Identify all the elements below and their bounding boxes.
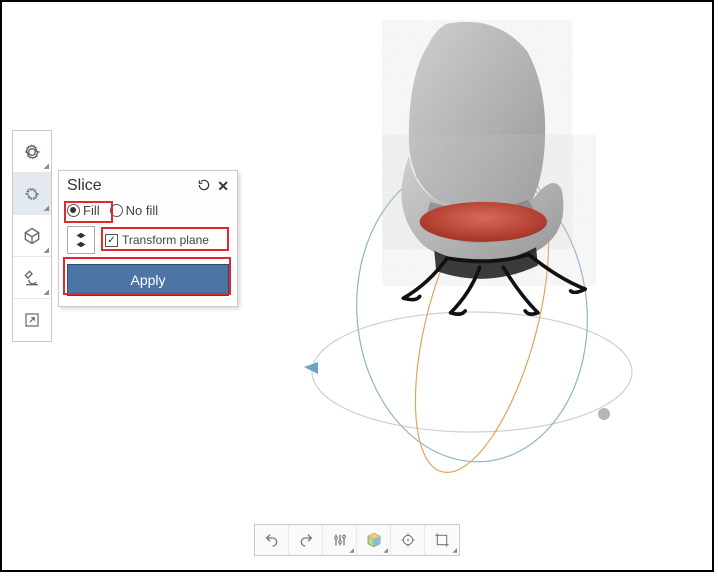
slice-tool[interactable]: ◢	[13, 173, 51, 215]
target-icon	[400, 532, 416, 548]
sliders-icon	[332, 532, 348, 548]
axis-row: ✓ Transform plane	[67, 226, 229, 254]
external-window-icon	[23, 311, 41, 329]
gear-icon	[22, 142, 42, 162]
undo-icon	[264, 532, 280, 548]
radio-checked-icon	[67, 204, 80, 217]
fill-radio-row: Fill No fill	[67, 203, 229, 218]
fill-radio[interactable]: Fill	[67, 203, 100, 218]
hexagon-icon	[22, 226, 42, 246]
panel-header: Slice ✕	[67, 177, 229, 195]
cube-view-button[interactable]: ◢	[357, 525, 391, 555]
apply-button-label: Apply	[130, 272, 165, 288]
nofill-radio[interactable]: No fill	[110, 203, 159, 218]
reset-icon[interactable]	[197, 178, 211, 195]
slice-gear-icon	[22, 184, 42, 204]
adjust-button[interactable]: ◢	[323, 525, 357, 555]
radio-unchecked-icon	[110, 204, 123, 217]
slice-panel: Slice ✕ Fill No fill	[58, 170, 238, 307]
transform-plane-checkbox[interactable]: ✓ Transform plane	[105, 233, 209, 247]
redo-button[interactable]	[289, 525, 323, 555]
fill-radio-label: Fill	[83, 203, 100, 218]
focus-target-button[interactable]	[391, 525, 425, 555]
hexagon-tool[interactable]: ◢	[13, 215, 51, 257]
microscope-icon	[22, 268, 42, 288]
redo-icon	[298, 532, 314, 548]
chair-model[interactable]	[382, 20, 612, 320]
app-window: ◢ ◢ ◢ ◢ Slice	[0, 0, 714, 572]
axis-z-icon	[72, 231, 90, 249]
crop-button[interactable]: ◢	[425, 525, 459, 555]
nofill-radio-label: No fill	[126, 203, 159, 218]
undo-button[interactable]	[255, 525, 289, 555]
cube-icon	[365, 531, 383, 549]
settings-tool[interactable]: ◢	[13, 131, 51, 173]
bottom-toolbar: ◢ ◢ ◢	[254, 524, 460, 556]
apply-button[interactable]: Apply	[67, 264, 229, 296]
crop-icon	[434, 532, 450, 548]
checkbox-checked-icon: ✓	[105, 234, 118, 247]
left-toolbar: ◢ ◢ ◢ ◢	[12, 130, 52, 342]
close-icon[interactable]: ✕	[217, 178, 229, 195]
microscope-tool[interactable]: ◢	[13, 257, 51, 299]
panel-title: Slice	[67, 177, 102, 195]
external-tool[interactable]	[13, 299, 51, 341]
transform-plane-label: Transform plane	[122, 233, 209, 247]
axis-z-button[interactable]	[67, 226, 95, 254]
